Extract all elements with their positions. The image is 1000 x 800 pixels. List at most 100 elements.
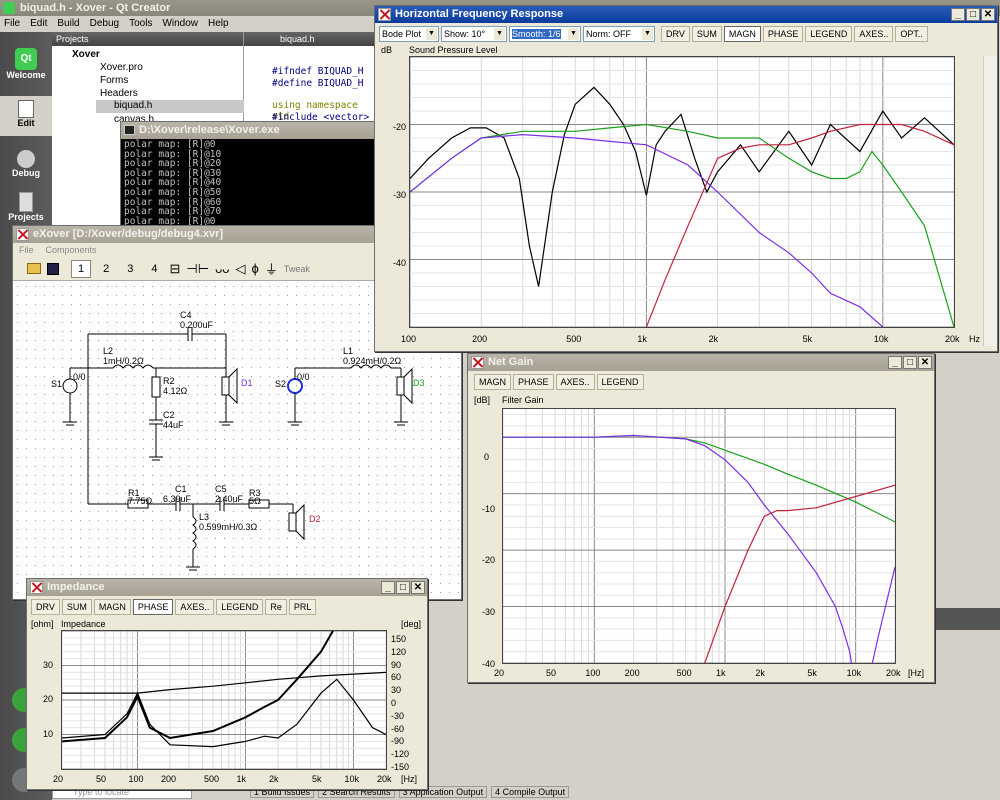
tab-magn[interactable]: MAGN — [723, 26, 761, 42]
norm-select[interactable]: Norm: OFF — [583, 26, 655, 42]
page-4-tab[interactable]: 4 — [145, 261, 163, 277]
menu-file[interactable]: File — [4, 16, 20, 32]
tab-legend[interactable]: LEGEND — [216, 599, 264, 615]
c5-value: 2.40uF — [215, 494, 244, 504]
console-window: D:\Xover\release\Xover.exe polar map: [R… — [120, 121, 382, 229]
netgain-xtick: 10k — [846, 668, 862, 678]
c2-value: 44uF — [163, 420, 184, 430]
mode-debug[interactable]: Debug — [2, 150, 50, 188]
impedance-y2tick: -120 — [391, 749, 410, 760]
tab-phase[interactable]: PHASE — [762, 26, 804, 42]
impedance-xtick: 5k — [311, 774, 322, 784]
close-button[interactable]: ✕ — [918, 356, 932, 369]
tab-sum[interactable]: SUM — [691, 26, 722, 42]
l3-value: 0.599mH/0.3Ω — [199, 522, 258, 532]
tab-magn[interactable]: MAGN — [474, 374, 511, 390]
s2-value: 0/0 — [297, 372, 310, 382]
netgain-xtick: 20k — [886, 668, 901, 678]
tree-item-biquad[interactable]: biquad.h — [96, 100, 244, 113]
impedance-toolbar: DRV SUM MAGN PHASE AXES.. LEGEND Re PRL — [29, 597, 317, 617]
hfr-title-bar: Horizontal Frequency Response _ □ ✕ — [375, 6, 997, 23]
close-button[interactable]: ✕ — [411, 581, 425, 594]
l1-value: 0.924mH/0.2Ω — [343, 356, 402, 366]
impedance-xtick: 2k — [269, 774, 279, 784]
c4-label: C4 — [180, 310, 192, 320]
resistor-tool-icon[interactable]: ⊟ — [170, 261, 181, 277]
close-button[interactable]: ✕ — [981, 8, 995, 21]
hfr-plot-area[interactable] — [409, 56, 955, 328]
menu-tools[interactable]: Tools — [129, 16, 152, 32]
tab-phase[interactable]: PHASE — [513, 374, 554, 390]
page-1-tab[interactable]: 1 — [71, 259, 92, 278]
impedance-y2tick: -30 — [391, 710, 405, 721]
tab-phase[interactable]: PHASE — [132, 599, 174, 615]
hfr-ytick: -40 — [393, 258, 407, 268]
tab-axes[interactable]: AXES.. — [854, 26, 894, 42]
maximize-button[interactable]: □ — [396, 581, 410, 594]
plot-type-select[interactable]: Bode Plot — [379, 26, 439, 42]
tree-item-pro[interactable]: Xover.pro — [100, 62, 143, 73]
maximize-button[interactable]: □ — [903, 356, 917, 369]
impedance-plot-area[interactable] — [61, 602, 387, 770]
tab-prl[interactable]: PRL — [288, 599, 317, 615]
capacitor-tool-icon[interactable]: ⊣⊢ — [186, 261, 209, 277]
menu-file[interactable]: File — [19, 243, 34, 257]
impedance-xtick: 20 — [53, 774, 64, 784]
hfr-window: Horizontal Frequency Response _ □ ✕ Bode P… — [374, 5, 998, 352]
hfr-scrollbar[interactable] — [983, 56, 997, 346]
tab-axes[interactable]: AXES.. — [175, 599, 215, 615]
tab-axes[interactable]: AXES.. — [555, 374, 595, 390]
ground-tool-icon[interactable]: ⏚ — [265, 259, 278, 278]
menu-window[interactable]: Window — [162, 16, 198, 32]
menu-help[interactable]: Help — [208, 16, 229, 32]
d1-label: D1 — [241, 378, 253, 388]
smooth-select[interactable]: Smooth: 1/6 — [509, 26, 581, 42]
tab-sum[interactable]: SUM — [61, 599, 92, 615]
inductor-tool-icon[interactable]: ᴗᴗ — [215, 261, 229, 276]
netgain-subtitle: Filter Gain — [502, 395, 544, 405]
series-line-black — [62, 671, 387, 694]
hfr-xtick: 100 — [401, 334, 417, 344]
netgain-ytick: 0 — [484, 452, 490, 462]
open-folder-icon[interactable] — [27, 263, 41, 274]
menu-debug[interactable]: Debug — [90, 16, 119, 32]
tree-item-forms[interactable]: Forms — [100, 75, 128, 86]
tab-legend[interactable]: LEGEND — [805, 26, 853, 42]
netgain-plot-area[interactable] — [502, 408, 896, 692]
console-title-bar: D:\Xover\release\Xover.exe — [121, 122, 381, 139]
l2-value: 1mH/0.2Ω — [103, 356, 144, 366]
menu-edit[interactable]: Edit — [30, 16, 47, 32]
source-tool-icon[interactable]: ϕ — [252, 261, 259, 276]
tree-item-xover[interactable]: Xover — [72, 49, 100, 60]
minimize-button[interactable]: _ — [381, 581, 395, 594]
impedance-ytick: 20 — [43, 694, 54, 704]
c2-label: C2 — [163, 410, 175, 420]
page-2-tab[interactable]: 2 — [97, 261, 115, 277]
tab-magn[interactable]: MAGN — [93, 599, 131, 615]
minimize-button[interactable]: _ — [888, 356, 902, 369]
page-3-tab[interactable]: 3 — [121, 261, 139, 277]
maximize-button[interactable]: □ — [966, 8, 980, 21]
xover-logo-icon — [471, 356, 484, 369]
tab-drv[interactable]: DRV — [661, 26, 690, 42]
tab-opt[interactable]: OPT.. — [895, 26, 928, 42]
tweak-button[interactable]: Tweak — [284, 264, 310, 274]
mode-edit[interactable]: Edit — [0, 96, 52, 136]
tab-re[interactable]: Re — [265, 599, 287, 615]
tab-drv[interactable]: DRV — [31, 599, 60, 615]
minimize-button[interactable]: _ — [951, 8, 965, 21]
tree-item-headers[interactable]: Headers — [100, 88, 138, 99]
menu-build[interactable]: Build — [57, 16, 79, 32]
netgain-xtick: 1k — [715, 668, 726, 678]
show-select[interactable]: Show: 10° — [441, 26, 507, 42]
tab-compile-output[interactable]: 4 Compile Output — [491, 786, 570, 798]
menu-components[interactable]: Components — [46, 243, 97, 257]
tab-legend[interactable]: LEGEND — [596, 374, 644, 390]
impedance-xtick: 1k — [236, 774, 246, 784]
l1-label: L1 — [343, 346, 354, 356]
mode-welcome[interactable]: Qt Welcome — [2, 48, 50, 90]
editor-tab[interactable]: biquad.h — [244, 32, 378, 46]
driver-tool-icon[interactable]: ◁ — [236, 261, 246, 277]
save-icon[interactable] — [47, 262, 59, 275]
impedance-title-bar: Impedance _ □ ✕ — [27, 579, 427, 596]
